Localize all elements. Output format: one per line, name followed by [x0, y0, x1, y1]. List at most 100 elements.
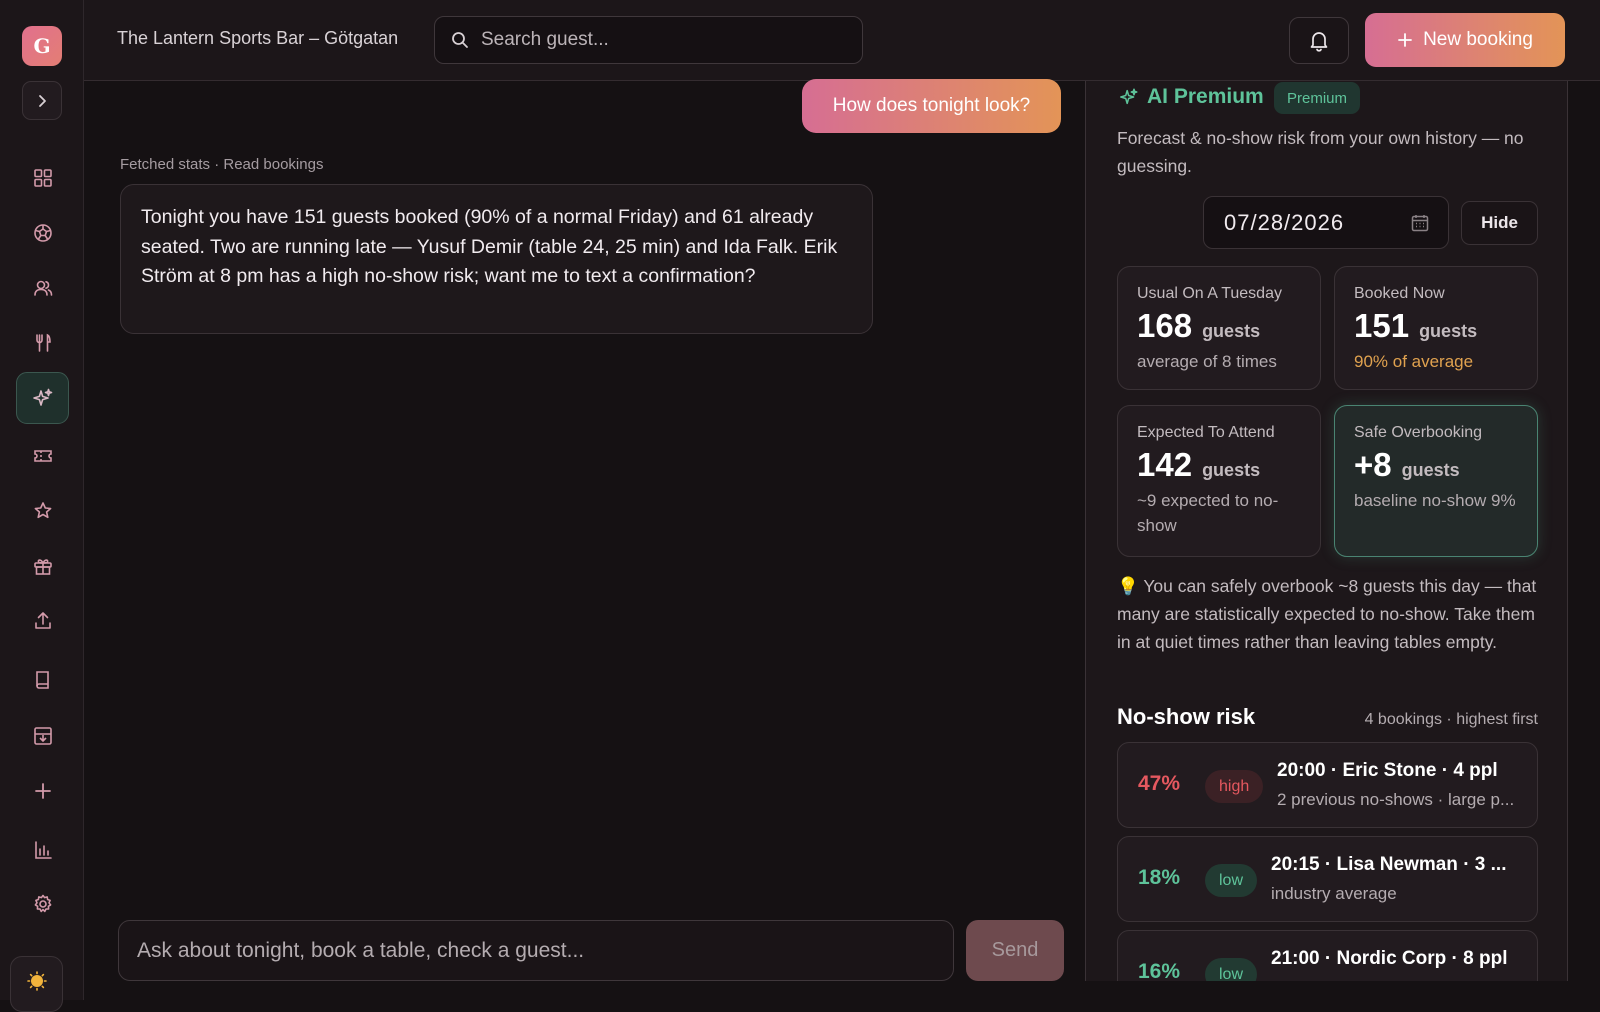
panel-header: AI Premium [1119, 85, 1264, 109]
no-show-risk-title: No-show risk [1117, 704, 1256, 729]
overbook-tip: 💡 You can safely overbook ~8 guests this… [1117, 572, 1537, 656]
sidebar-item-reviews[interactable] [16, 485, 69, 537]
tools-used-label: Fetched stats · Read bookings [120, 156, 324, 173]
sidebar-item-gifts[interactable] [16, 540, 69, 592]
stat-sub: ~9 expected to no-show [1137, 491, 1279, 535]
risk-level-badge: high [1205, 770, 1264, 803]
sidebar-item-settings[interactable] [16, 878, 69, 930]
stat-value: +8 [1354, 446, 1392, 483]
panel-title: AI Premium [1147, 85, 1264, 108]
stat-label: Usual On A Tuesday [1137, 285, 1282, 302]
sidebar-item-book[interactable] [16, 654, 69, 706]
grid-icon [33, 169, 52, 187]
stat-sub: baseline no-show 9% [1354, 491, 1516, 510]
utensils-icon [35, 333, 51, 352]
stat-card-usual: Usual On A Tuesday 168 guests average of … [1117, 266, 1321, 390]
stat-card-expected: Expected To Attend 142 guests ~9 expected… [1117, 405, 1321, 557]
sidebar-item-guests[interactable] [16, 262, 69, 314]
risk-note: industry average [1271, 884, 1397, 903]
date-picker[interactable]: 07/28/2026 [1203, 196, 1449, 249]
sparkle-icon [32, 388, 52, 406]
app-logo[interactable]: G [22, 26, 62, 66]
risk-percent: 16% [1138, 960, 1181, 981]
stat-card-overbooking: Safe Overbooking +8 guests baseline no-sh… [1334, 405, 1538, 557]
logo-letter: G [33, 34, 51, 58]
lightbulb-icon: 💡 [1117, 576, 1139, 596]
stat-sub: 90% of average [1354, 352, 1474, 371]
assistant-message: Tonight you have 151 guests booked (90% … [120, 184, 873, 334]
expand-sidebar-button[interactable] [22, 81, 62, 120]
sidebar-item-export[interactable] [16, 595, 69, 647]
stat-label: Booked Now [1354, 285, 1445, 302]
stat-unit: guests [1202, 321, 1261, 341]
bar-chart-icon [34, 841, 52, 859]
risk-percent: 18% [1138, 866, 1181, 889]
hide-button[interactable]: Hide [1461, 201, 1538, 245]
risk-row[interactable]: 18% low 20:15 · Lisa Newman · 3 ... indu… [1117, 836, 1538, 922]
notifications-button[interactable] [1289, 17, 1349, 64]
calendar-icon[interactable] [1410, 213, 1430, 233]
sidebar-item-add[interactable] [16, 765, 69, 817]
user-message: How does tonight look? [802, 79, 1061, 133]
chevron-right-icon [39, 94, 46, 107]
panel-description: Forecast & no-show risk from your own hi… [1117, 128, 1524, 176]
sparkle-icon [1120, 88, 1138, 105]
plus-icon [34, 783, 51, 799]
sidebar-item-floor[interactable] [16, 207, 69, 259]
chat-input-placeholder: Ask about tonight, book a table, check a… [137, 938, 585, 962]
venue-name: The Lantern Sports Bar – Götgatan [117, 28, 399, 48]
search-placeholder: Search guest... [481, 29, 609, 50]
stat-unit: guests [1202, 460, 1261, 480]
stat-value: 168 [1137, 307, 1193, 344]
booking-summary: 21:00 · Nordic Corp · 8 ppl [1271, 948, 1508, 969]
risk-level-badge: low [1205, 864, 1258, 897]
sidebar-item-inbox[interactable] [16, 710, 69, 762]
stat-label: Safe Overbooking [1354, 424, 1483, 441]
bell-icon [1310, 31, 1328, 52]
sidebar-item-dashboard[interactable] [16, 152, 69, 204]
gear-icon [34, 894, 51, 913]
risk-row[interactable]: 47% high 20:00 · Eric Stone · 4 ppl 2 pr… [1117, 742, 1538, 828]
sidebar-item-menu[interactable] [16, 317, 69, 369]
risk-percent: 47% [1138, 772, 1181, 795]
sidebar-item-analytics[interactable] [16, 824, 69, 876]
star-icon [34, 502, 51, 519]
ai-premium-panel: AI Premium Premium Forecast & no-show ri… [1085, 81, 1568, 981]
no-show-risk-meta: 4 bookings · highest first [1364, 711, 1538, 728]
sun-icon [26, 971, 47, 991]
sidebar-item-ai[interactable] [16, 372, 69, 424]
tray-icon [33, 727, 52, 745]
stat-sub: average of 8 times [1137, 352, 1277, 371]
sidebar: G [0, 0, 84, 1012]
date-value: 07/28/2026 [1224, 209, 1345, 235]
chat-input[interactable]: Ask about tonight, book a table, check a… [118, 920, 954, 981]
guest-search[interactable]: Search guest... [434, 16, 863, 64]
users-icon [33, 280, 52, 296]
new-booking-button[interactable]: New booking [1365, 13, 1565, 67]
stat-card-booked: Booked Now 151 guests 90% of average [1334, 266, 1538, 390]
booking-summary: 20:15 · Lisa Newman · 3 ... [1271, 854, 1507, 875]
booking-summary: 20:00 · Eric Stone · 4 ppl [1277, 760, 1498, 781]
stat-label: Expected To Attend [1137, 424, 1275, 441]
plus-icon [1398, 33, 1412, 47]
risk-level-badge: low [1205, 958, 1258, 981]
stat-value: 151 [1354, 307, 1410, 344]
stat-unit: guests [1419, 321, 1478, 341]
ticket-icon [33, 450, 52, 462]
premium-badge: Premium [1274, 82, 1361, 114]
gift-icon [33, 559, 52, 575]
book-icon [35, 671, 49, 689]
send-button[interactable]: Send [966, 920, 1064, 981]
theme-toggle-button[interactable] [10, 956, 63, 1012]
top-bar: The Lantern Sports Bar – Götgatan Search… [84, 0, 1600, 81]
sidebar-item-tickets[interactable] [16, 430, 69, 482]
stat-value: 142 [1137, 446, 1193, 483]
search-icon [452, 32, 468, 48]
risk-note: 2 previous no-shows · large p... [1277, 790, 1515, 809]
tip-text: You can safely overbook ~8 guests this d… [1117, 576, 1537, 652]
new-booking-label: New booking [1423, 29, 1533, 50]
stat-unit: guests [1401, 460, 1460, 480]
soccer-ball-icon [33, 224, 52, 242]
risk-row[interactable]: 16% low 21:00 · Nordic Corp · 8 ppl [1117, 930, 1538, 981]
upload-icon [34, 612, 51, 629]
